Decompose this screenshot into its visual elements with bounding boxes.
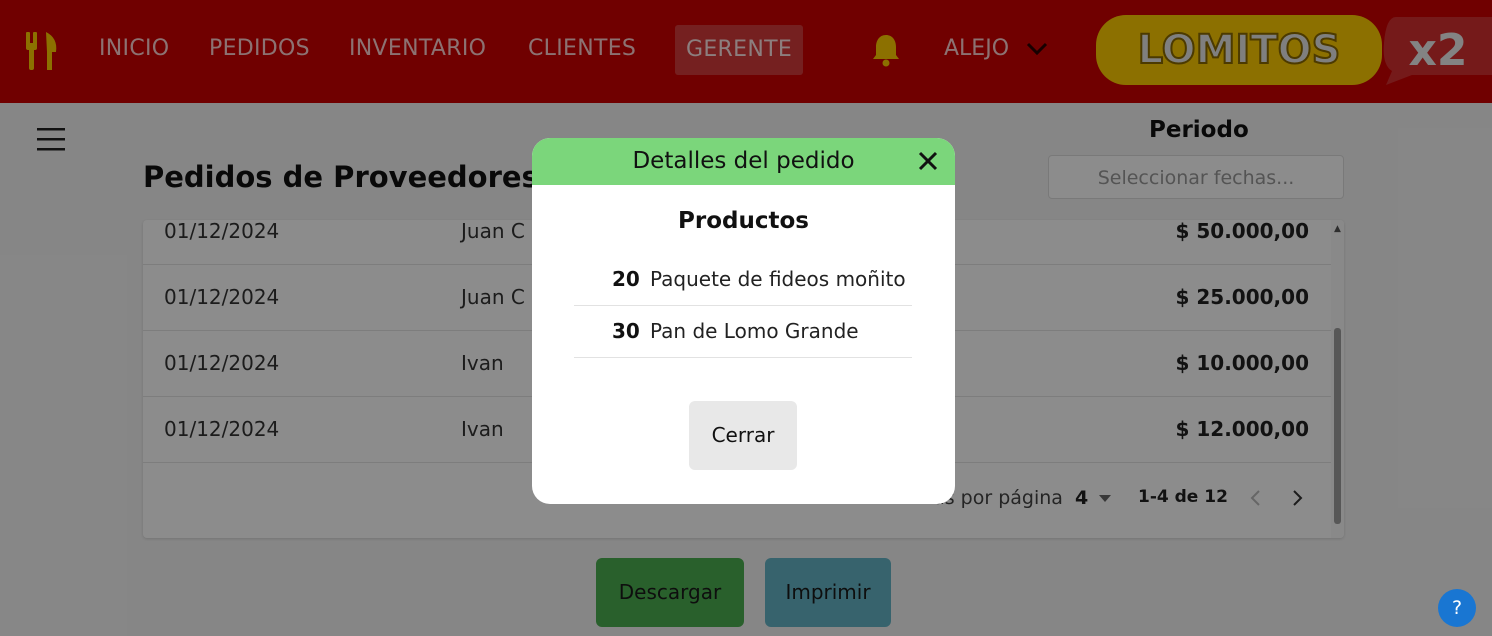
product-name: Paquete de fideos moñito — [650, 267, 906, 291]
close-dialog-button[interactable]: Cerrar — [689, 401, 797, 470]
product-item: 30 Pan de Lomo Grande — [574, 306, 912, 358]
help-icon[interactable]: ? — [1438, 589, 1476, 627]
dialog-header: Detalles del pedido — [532, 138, 955, 185]
product-quantity: 30 — [612, 319, 640, 343]
products-heading: Productos — [678, 208, 809, 234]
product-quantity: 20 — [612, 267, 640, 291]
product-name: Pan de Lomo Grande — [650, 319, 859, 343]
dialog-title: Detalles del pedido — [632, 148, 855, 174]
product-item: 20 Paquete de fideos moñito — [574, 254, 912, 306]
close-icon[interactable] — [917, 150, 939, 172]
order-details-dialog: Detalles del pedido Productos 20 Paquete… — [532, 138, 955, 504]
